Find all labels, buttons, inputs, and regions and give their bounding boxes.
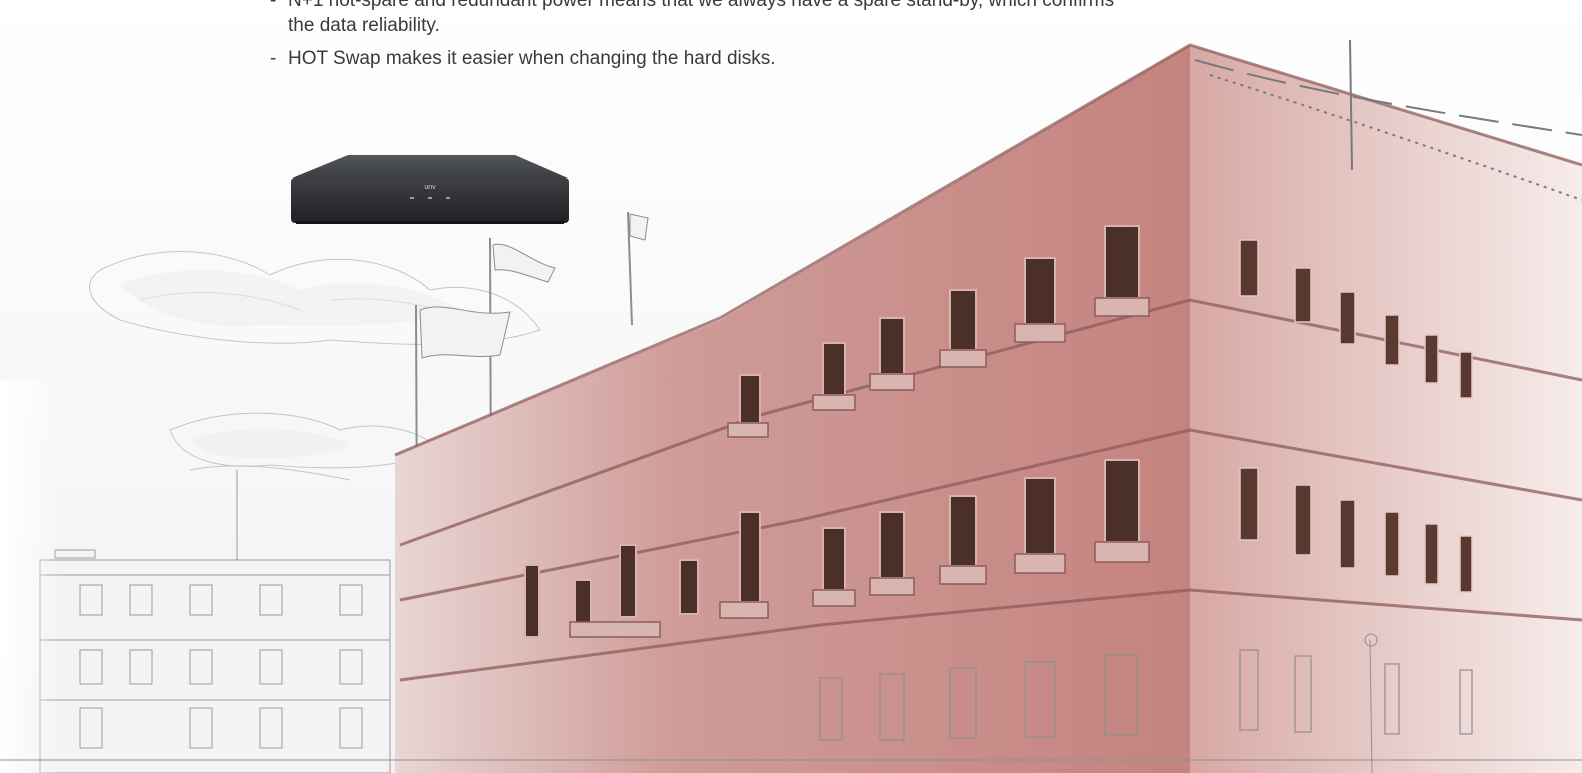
feature-text-line: the data reliability. xyxy=(288,15,440,36)
feature-item-redundant-power: - N+1 hot-spare and redundant power mean… xyxy=(270,0,1230,38)
nvr-device-image: unv xyxy=(291,155,569,224)
bullet-dash: - xyxy=(270,0,277,11)
brand-logo: unv xyxy=(424,184,436,191)
feature-list: - N+1 hot-spare and redundant power mean… xyxy=(270,0,1230,79)
bullet-dash: - xyxy=(270,48,277,69)
feature-text-line: HOT Swap makes it easier when changing t… xyxy=(288,48,776,69)
feature-text-line: N+1 hot-spare and redundant power means … xyxy=(288,0,1115,11)
feature-item-hot-swap: - HOT Swap makes it easier when changing… xyxy=(270,46,1230,71)
